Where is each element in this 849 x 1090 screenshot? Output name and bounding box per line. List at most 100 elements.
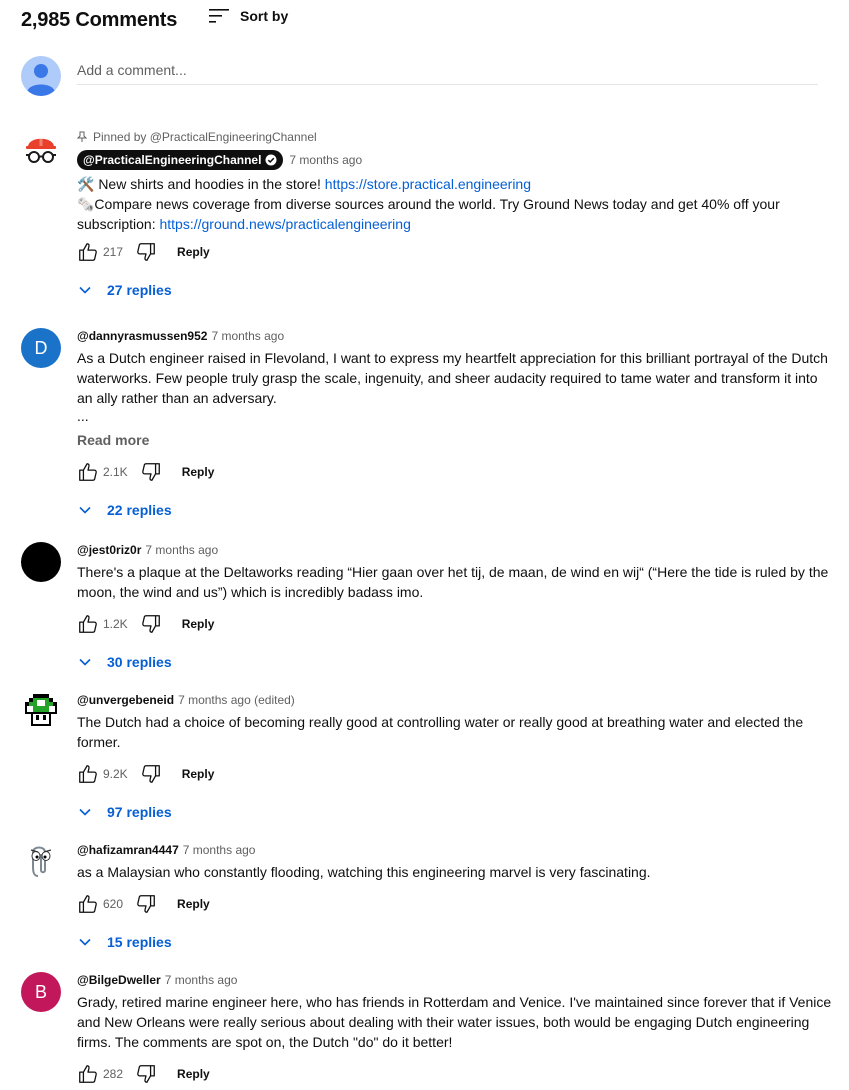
thumbs-down-icon [141,615,160,633]
comment-actions: 1.2K Reply [77,608,836,640]
comment-actions: 2.1K Reply [77,456,836,488]
view-replies-button[interactable]: 97 replies [77,800,836,824]
comment-text: The Dutch had a choice of becoming reall… [77,714,804,750]
dislike-button[interactable] [135,893,157,915]
comment-text: There's a plaque at the Deltaworks readi… [77,564,829,600]
comment-time[interactable]: 7 months ago (edited) [178,692,295,708]
author-name[interactable]: @unvergebeneid [77,692,174,708]
author-badge[interactable]: @PracticalEngineeringChannel [77,150,284,170]
comment-count: 2,985 Comments [21,8,178,31]
comment-time[interactable]: 7 months ago [211,328,284,344]
avatar[interactable]: D [21,328,61,368]
reply-button[interactable]: Reply [182,617,215,631]
comment-time[interactable]: 7 months ago [183,842,256,858]
thumbs-down-icon [137,243,155,261]
comment-time[interactable]: 7 months ago [165,972,238,988]
like-count: 282 [103,1067,124,1081]
comment-line-1: 🛠️ New shirts and hoodies in the store! [77,176,325,192]
author-name[interactable]: @dannyrasmussen952 [77,328,207,344]
avatar[interactable] [21,692,61,732]
avatar[interactable]: B [21,972,61,1012]
replies-count: 30 replies [107,654,172,670]
replies-count: 15 replies [107,934,172,950]
read-more-button[interactable]: Read more [77,432,836,448]
comment-meta: @hafizamran4447 7 months ago [77,842,836,858]
thumbs-up-icon [79,765,97,783]
dislike-button[interactable] [140,613,162,635]
view-replies-button[interactable]: 30 replies [77,650,836,674]
thumbs-up-icon [79,1065,97,1083]
like-button[interactable]: 9.2K [77,763,128,785]
store-link[interactable]: https://store.practical.engineering [325,176,531,192]
view-replies-button[interactable]: 22 replies [77,498,836,522]
comments-header: 2,985 Comments [21,6,177,34]
thumbs-up-icon [79,615,97,633]
chevron-down-icon [79,286,91,294]
comment-text: As a Dutch engineer raised in Flevoland,… [77,350,828,406]
comment-actions: 620 Reply [77,888,836,920]
thumbs-down-icon [141,765,160,783]
pinned-indicator: Pinned by @PracticalEngineeringChannel [77,130,836,144]
author-name[interactable]: @hafizamran4447 [77,842,179,858]
reply-button[interactable]: Reply [177,897,210,911]
dislike-button[interactable] [135,241,157,263]
reply-button[interactable]: Reply [177,245,210,259]
dislike-button[interactable] [140,763,162,785]
reply-button[interactable]: Reply [182,465,215,479]
like-count: 2.1K [103,465,128,479]
thumbs-up-icon [79,463,97,481]
thumbs-up-icon [79,895,97,913]
author-name[interactable]: @jest0riz0r [77,542,141,558]
comment-meta: @BilgeDweller 7 months ago [77,972,836,988]
avatar[interactable] [21,542,61,582]
dislike-button[interactable] [140,461,162,483]
hardhat-glasses-icon [26,135,56,163]
thumbs-up-icon [79,243,97,261]
replies-count: 22 replies [107,502,172,518]
like-count: 217 [103,245,124,259]
like-button[interactable]: 1.2K [77,613,128,635]
replies-count: 97 replies [107,804,172,820]
pixel-mushroom-icon [25,694,57,726]
like-button[interactable]: 620 [77,893,123,915]
user-avatar-icon [21,56,61,96]
view-replies-button[interactable]: 27 replies [77,278,836,302]
comment-text: as a Malaysian who constantly flooding, … [77,864,651,880]
comment-meta: @PracticalEngineeringChannel 7 months ag… [77,150,836,170]
sort-by-button[interactable]: Sort by [208,6,288,26]
thumbs-down-icon [141,463,160,481]
author-name[interactable]: @BilgeDweller [77,972,161,988]
avatar[interactable] [21,842,61,882]
reply-button[interactable]: Reply [177,1067,210,1081]
pinned-by-text: Pinned by @PracticalEngineeringChannel [93,130,317,144]
add-comment-input[interactable] [77,56,818,85]
avatar-letter: D [34,337,48,358]
chevron-down-icon [79,938,91,946]
comment-time[interactable]: 7 months ago [289,152,362,168]
like-count: 620 [103,897,124,911]
like-button[interactable]: 282 [77,1063,123,1085]
reply-button[interactable]: Reply [182,767,215,781]
chevron-down-icon [79,808,91,816]
comment-meta: @jest0riz0r 7 months ago [77,542,836,558]
ground-news-link[interactable]: https://ground.news/practicalengineering [159,216,410,232]
pin-icon [77,131,87,142]
comment-ellipsis: ... [77,408,89,424]
comment-actions: 282 Reply [77,1058,836,1090]
add-comment-row [21,56,819,98]
dislike-button[interactable] [135,1063,157,1085]
avatar[interactable] [21,130,61,170]
thumbs-down-icon [137,1065,155,1083]
view-replies-button[interactable]: 15 replies [77,930,836,954]
like-button[interactable]: 2.1K [77,461,128,483]
author-name: @PracticalEngineeringChannel [83,153,262,167]
chevron-down-icon [79,658,91,666]
avatar-letter: B [34,981,47,1002]
like-button[interactable]: 217 [77,241,123,263]
paperclip-assistant-icon [30,846,52,877]
replies-count: 27 replies [107,282,172,298]
like-count: 1.2K [103,617,128,631]
sort-icon [209,9,229,23]
comment-time[interactable]: 7 months ago [145,542,218,558]
comment-text: 🛠️ New shirts and hoodies in the store! … [77,174,836,234]
